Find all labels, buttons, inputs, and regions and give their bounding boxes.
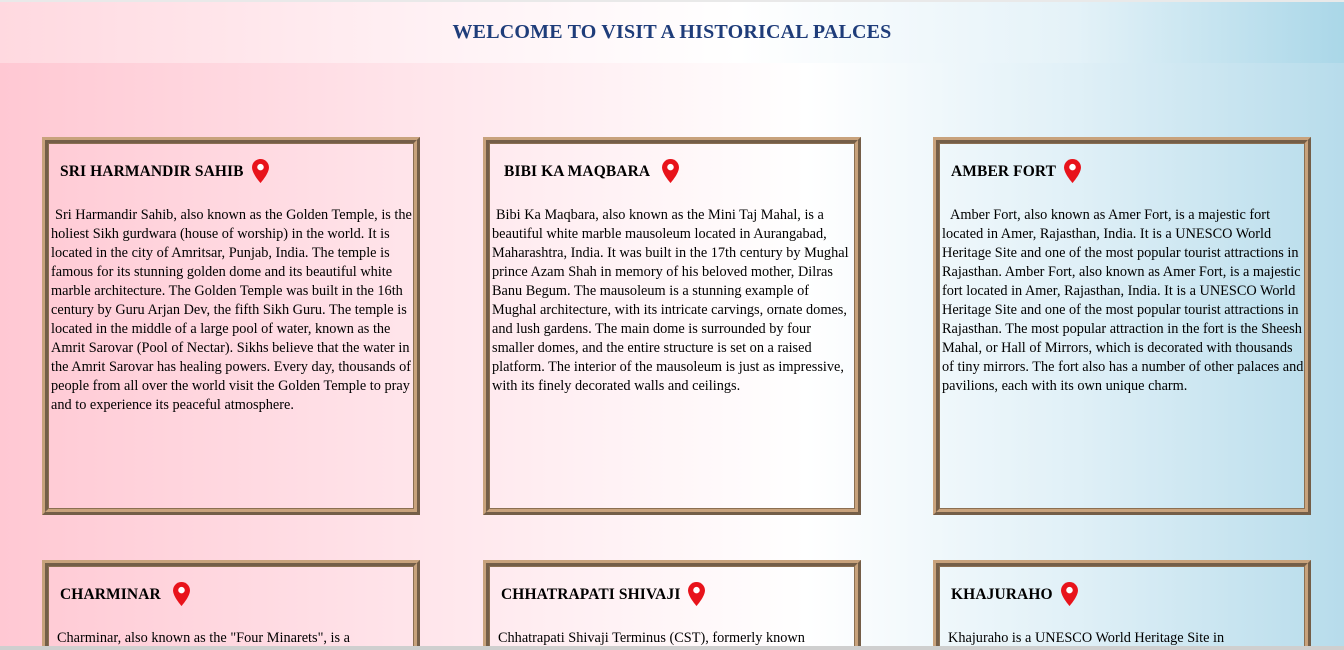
card-header: KHAJURAHO (951, 582, 1078, 606)
card-header: AMBER FORT (951, 159, 1082, 183)
card-title: SRI HARMANDIR SAHIB (60, 163, 244, 180)
card-title: BIBI KA MAQBARA (504, 163, 651, 180)
map-pin-icon[interactable] (172, 582, 190, 606)
card-header: CHARMINAR (60, 582, 190, 606)
place-card-khajuraho: KHAJURAHO Khajuraho is a UNESCO World He… (933, 560, 1311, 650)
page-header: WELCOME TO VISIT A HISTORICAL PALCES (0, 2, 1344, 63)
map-pin-icon[interactable] (662, 159, 680, 183)
page-title: WELCOME TO VISIT A HISTORICAL PALCES (452, 21, 892, 43)
place-card-amber-fort: AMBER FORT Amber Fort, also known as Ame… (933, 137, 1311, 515)
card-description: Amber Fort, also known as Amer Fort, is … (942, 207, 1304, 394)
map-pin-icon[interactable] (1060, 582, 1078, 606)
horizontal-scrollbar[interactable] (0, 646, 1344, 650)
card-title: CHHATRAPATI SHIVAJI (501, 586, 681, 603)
map-pin-icon[interactable] (1064, 159, 1082, 183)
place-card-chhatrapati-shivaji: CHHATRAPATI SHIVAJI Chhatrapati Shivaji … (483, 560, 861, 650)
card-title: AMBER FORT (951, 163, 1057, 180)
card-title: CHARMINAR (60, 586, 161, 603)
map-pin-icon[interactable] (251, 159, 269, 183)
place-card-charminar: CHARMINAR Charminar, also known as the "… (42, 560, 420, 650)
card-header: SRI HARMANDIR SAHIB (60, 159, 269, 183)
card-header: BIBI KA MAQBARA (504, 159, 680, 183)
card-description: Bibi Ka Maqbara, also known as the Mini … (492, 207, 849, 394)
card-title: KHAJURAHO (951, 586, 1053, 603)
place-card-sri-harmandir-sahib: SRI HARMANDIR SAHIB Sri Harmandir Sahib,… (42, 137, 420, 515)
card-header: CHHATRAPATI SHIVAJI (501, 582, 706, 606)
card-description: Sri Harmandir Sahib, also known as the G… (51, 207, 412, 413)
place-card-bibi-ka-maqbara: BIBI KA MAQBARA Bibi Ka Maqbara, also kn… (483, 137, 861, 515)
map-pin-icon[interactable] (688, 582, 706, 606)
